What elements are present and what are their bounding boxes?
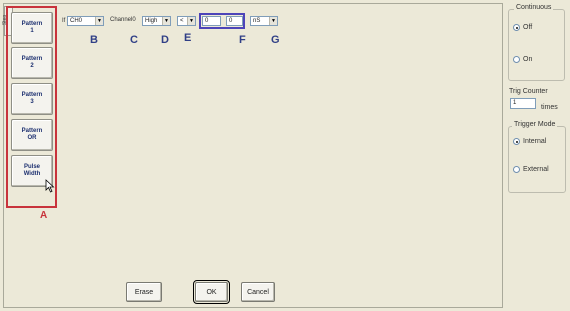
callout-f: F: [239, 34, 246, 46]
pattern-or-button[interactable]: Pattern OR: [11, 119, 53, 151]
erase-button[interactable]: Erase: [126, 282, 162, 302]
level-select[interactable]: High ▼: [142, 16, 171, 26]
callout-d: D: [161, 34, 169, 46]
channel-select[interactable]: CH0 ▼: [67, 16, 104, 26]
callout-c: C: [130, 34, 138, 46]
pattern-1-button[interactable]: Pattern 1: [11, 12, 53, 44]
pattern-3-button[interactable]: Pattern 3: [11, 83, 53, 115]
channel-select-value: CH0: [70, 18, 83, 24]
continuous-on-label: On: [523, 56, 533, 63]
radio-selected-icon: [513, 138, 520, 145]
mouse-cursor-icon: [45, 179, 55, 193]
value2-input[interactable]: 0: [226, 16, 243, 26]
trig-counter-unit: times: [541, 104, 558, 111]
trigger-external-label: External: [523, 166, 549, 173]
trig-counter-input[interactable]: 1: [510, 98, 536, 109]
trigger-mode-title: Trigger Mode: [512, 121, 558, 128]
trigger-external-radio[interactable]: External: [513, 166, 549, 173]
operator-select[interactable]: < ▼: [177, 16, 196, 26]
radio-unselected-icon: [513, 56, 520, 63]
pattern-2-button[interactable]: Pattern 2: [11, 47, 53, 79]
if-label: If: [62, 18, 66, 24]
callout-e: E: [184, 32, 192, 44]
level-select-value: High: [145, 18, 158, 24]
callout-b: B: [90, 34, 98, 46]
chevron-down-icon: ▼: [95, 17, 103, 25]
continuous-off-label: Off: [523, 24, 533, 31]
radio-unselected-icon: [513, 166, 520, 173]
unit-select[interactable]: nS ▼: [250, 16, 278, 26]
continuous-off-radio[interactable]: Off: [513, 24, 532, 31]
ok-button[interactable]: OK: [193, 280, 230, 304]
chevron-down-icon: ▼: [269, 17, 277, 25]
cancel-button[interactable]: Cancel: [241, 282, 275, 302]
unit-select-value: nS: [253, 18, 261, 24]
operator-select-value: <: [180, 18, 184, 24]
trigger-internal-radio[interactable]: Internal: [513, 138, 546, 145]
value1-input[interactable]: 0: [202, 16, 221, 26]
continuous-title: Continuous: [514, 4, 554, 11]
callout-g: G: [271, 34, 280, 46]
chevron-down-icon: ▼: [187, 17, 195, 25]
trigger-mode-group: [508, 126, 566, 193]
callout-a: A: [40, 210, 48, 221]
continuous-on-radio[interactable]: On: [513, 56, 532, 63]
pattern-editor-panel: [3, 3, 503, 308]
channel-label: Channel0: [110, 17, 136, 23]
radio-selected-icon: [513, 24, 520, 31]
trig-counter-label: Trig Counter: [509, 88, 548, 95]
trigger-internal-label: Internal: [523, 138, 547, 145]
chevron-down-icon: ▼: [162, 17, 170, 25]
continuous-group: [508, 9, 565, 81]
